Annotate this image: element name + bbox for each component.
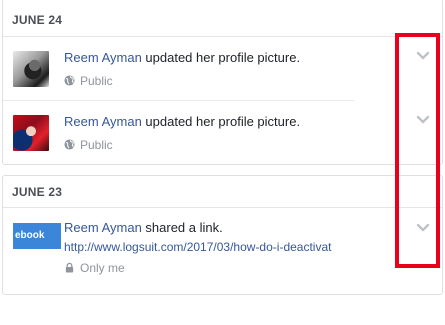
globe-icon <box>64 139 75 150</box>
privacy-label: Public <box>80 138 113 152</box>
activity-headline: Reem Ayman updated her profile picture. <box>64 114 300 129</box>
activity-item[interactable]: ebook Reem Ayman shared a link. http://w… <box>3 208 442 295</box>
activity-action-text: updated her profile picture. <box>141 114 301 129</box>
activity-action-text: shared a link. <box>141 220 223 235</box>
activity-headline: Reem Ayman shared a link. <box>64 220 223 235</box>
activity-item[interactable]: Reem Ayman updated her profile picture. … <box>3 101 442 165</box>
profile-picture-thumbnail[interactable] <box>13 51 49 87</box>
section-date-title: JUNE 24 <box>12 13 63 27</box>
activity-section-june-23: JUNE 23 ebook Reem Ayman shared a link. … <box>2 175 443 295</box>
highlight-annotation-box <box>395 33 440 268</box>
section-header: JUNE 23 <box>3 176 442 208</box>
globe-icon <box>64 75 75 86</box>
profile-picture-thumbnail[interactable] <box>13 115 49 151</box>
section-date-title: JUNE 23 <box>12 185 63 199</box>
activity-item[interactable]: Reem Ayman updated her profile picture. … <box>3 37 442 100</box>
privacy-indicator[interactable]: Public <box>64 138 113 152</box>
section-header: JUNE 24 <box>3 0 442 37</box>
link-thumbnail-text: ebook <box>15 230 45 241</box>
privacy-indicator[interactable]: Public <box>64 74 113 88</box>
activity-section-june-24: JUNE 24 Reem Ayman updated her profile p… <box>2 0 443 165</box>
privacy-indicator[interactable]: Only me <box>64 261 125 275</box>
activity-headline: Reem Ayman updated her profile picture. <box>64 50 300 65</box>
privacy-label: Public <box>80 74 113 88</box>
link-preview-thumbnail[interactable]: ebook <box>13 223 61 249</box>
actor-link[interactable]: Reem Ayman <box>64 220 142 235</box>
activity-action-text: updated her profile picture. <box>141 50 301 65</box>
lock-icon <box>65 262 74 273</box>
actor-link[interactable]: Reem Ayman <box>64 114 142 129</box>
shared-link-url[interactable]: http://www.logsuit.com/2017/03/how-do-i-… <box>64 240 354 254</box>
actor-link[interactable]: Reem Ayman <box>64 50 142 65</box>
privacy-label: Only me <box>80 261 125 275</box>
